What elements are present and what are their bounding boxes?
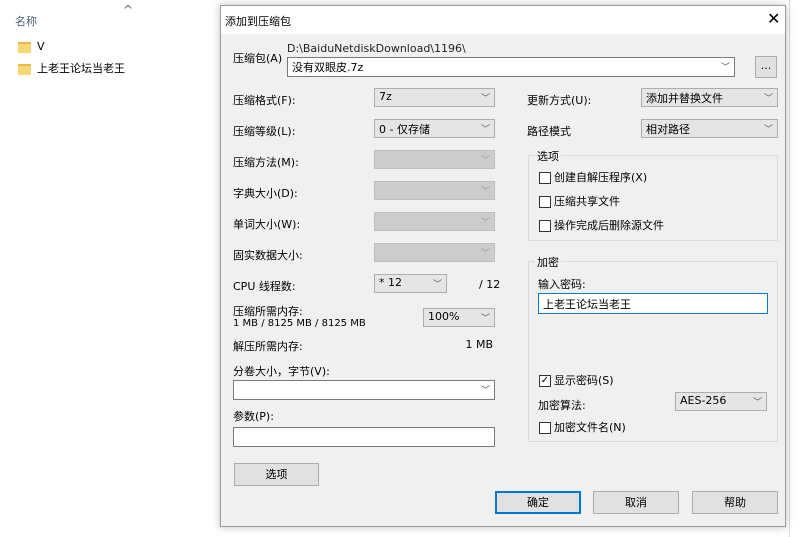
options-group: 选项 创建自解压程序(X) 压缩共享文件 操作完成后删除源文件 [528,148,778,241]
chevron-down-icon: ﹀ [720,63,730,73]
level-label: 压缩等级(L): [233,125,296,138]
dialog-title: 添加到压缩包 [225,15,291,28]
add-to-archive-dialog: 添加到压缩包 ✕ 压缩包(A) D:\BaiduNetdiskDownload\… [220,5,786,527]
word-combo: ﹀ [374,212,495,231]
pathmode-combo[interactable]: 相对路径 ﹀ [641,119,778,138]
show-password-checkbox[interactable]: ✓ 显示密码(S) [539,372,614,388]
chevron-down-icon: ﹀ [480,249,490,259]
level-combo[interactable]: 0 - 仅存储 ﹀ [374,119,495,138]
mem-comp-label: 压缩所需内存: [233,305,303,318]
solid-combo: ﹀ [374,243,495,262]
mem-decomp-label: 解压所需内存: [233,340,303,353]
delete-source-checkbox[interactable]: 操作完成后删除源文件 [539,217,664,233]
format-combo[interactable]: 7z ﹀ [374,88,495,107]
help-button[interactable]: 帮助 [692,491,778,514]
cancel-button[interactable]: 取消 [593,491,679,514]
chevron-down-icon: ﹀ [480,386,490,396]
encryption-group: 加密 输入密码: 上老王论坛当老王 ✓ 显示密码(S) 加密算法: AES-256… [528,254,778,442]
word-label: 单词大小(W): [233,218,301,231]
folder-icon [18,41,31,53]
password-input[interactable]: 上老王论坛当老王 [538,293,768,314]
mem-comp-value: 1 MB / 8125 MB / 8125 MB [233,318,366,329]
folder-icon [18,63,31,75]
sort-chevron-icon: ^ [123,3,134,17]
chevron-down-icon: ﹀ [480,156,490,166]
mem-percent-combo[interactable]: 100% ﹀ [423,308,495,327]
chevron-down-icon: ﹀ [752,398,762,408]
mem-decomp-value: 1 MB [465,338,493,351]
chevron-down-icon: ﹀ [763,94,773,104]
pathmode-label: 路径模式 [527,125,571,138]
shared-checkbox[interactable]: 压缩共享文件 [539,193,620,209]
ok-button[interactable]: 确定 [495,491,581,514]
archive-path: D:\BaiduNetdiskDownload\1196\ [287,42,466,55]
chevron-down-icon: ﹀ [432,280,442,290]
close-icon[interactable]: ✕ [767,9,780,28]
folder-item[interactable]: V [18,40,45,53]
update-combo[interactable]: 添加并替换文件 ﹀ [641,88,778,107]
split-combo[interactable]: ﹀ [233,380,495,400]
column-header-name[interactable]: 名称 [15,13,37,29]
solid-label: 固实数据大小: [233,249,303,262]
update-label: 更新方式(U): [527,94,592,107]
chevron-down-icon: ﹀ [480,125,490,135]
split-label: 分卷大小，字节(V): [233,365,330,378]
cpu-max: / 12 [479,278,501,291]
enc-method-combo[interactable]: AES-256 ﹀ [675,392,767,411]
sfx-checkbox[interactable]: 创建自解压程序(X) [539,169,647,185]
enc-method-label: 加密算法: [538,399,586,412]
dict-combo: ﹀ [374,181,495,200]
chevron-down-icon: ﹀ [763,125,773,135]
method-label: 压缩方法(M): [233,156,299,169]
password-label: 输入密码: [538,278,586,291]
format-label: 压缩格式(F): [233,94,296,107]
archive-name-combo[interactable]: 没有双眼皮.7z ﹀ [287,57,735,77]
chevron-down-icon: ﹀ [480,314,490,324]
checkmark-icon: ✓ [539,375,551,387]
dict-label: 字典大小(D): [233,187,298,200]
params-label: 参数(P): [233,410,274,423]
divider [789,0,790,537]
chevron-down-icon: ﹀ [480,94,490,104]
cpu-combo[interactable]: * 12 ﹀ [374,274,447,293]
params-input[interactable] [233,427,495,447]
chevron-down-icon: ﹀ [480,187,490,197]
cpu-label: CPU 线程数: [233,280,296,293]
method-combo: ﹀ [374,150,495,169]
encrypt-names-checkbox[interactable]: 加密文件名(N) [539,419,626,435]
folder-item[interactable]: 上老王论坛当老王 [18,60,125,76]
title-bar: 添加到压缩包 ✕ [221,6,785,34]
options-button[interactable]: 选项 [234,463,319,486]
chevron-down-icon: ﹀ [480,218,490,228]
archive-label: 压缩包(A) [233,52,283,65]
browse-button[interactable]: ... [755,56,777,78]
